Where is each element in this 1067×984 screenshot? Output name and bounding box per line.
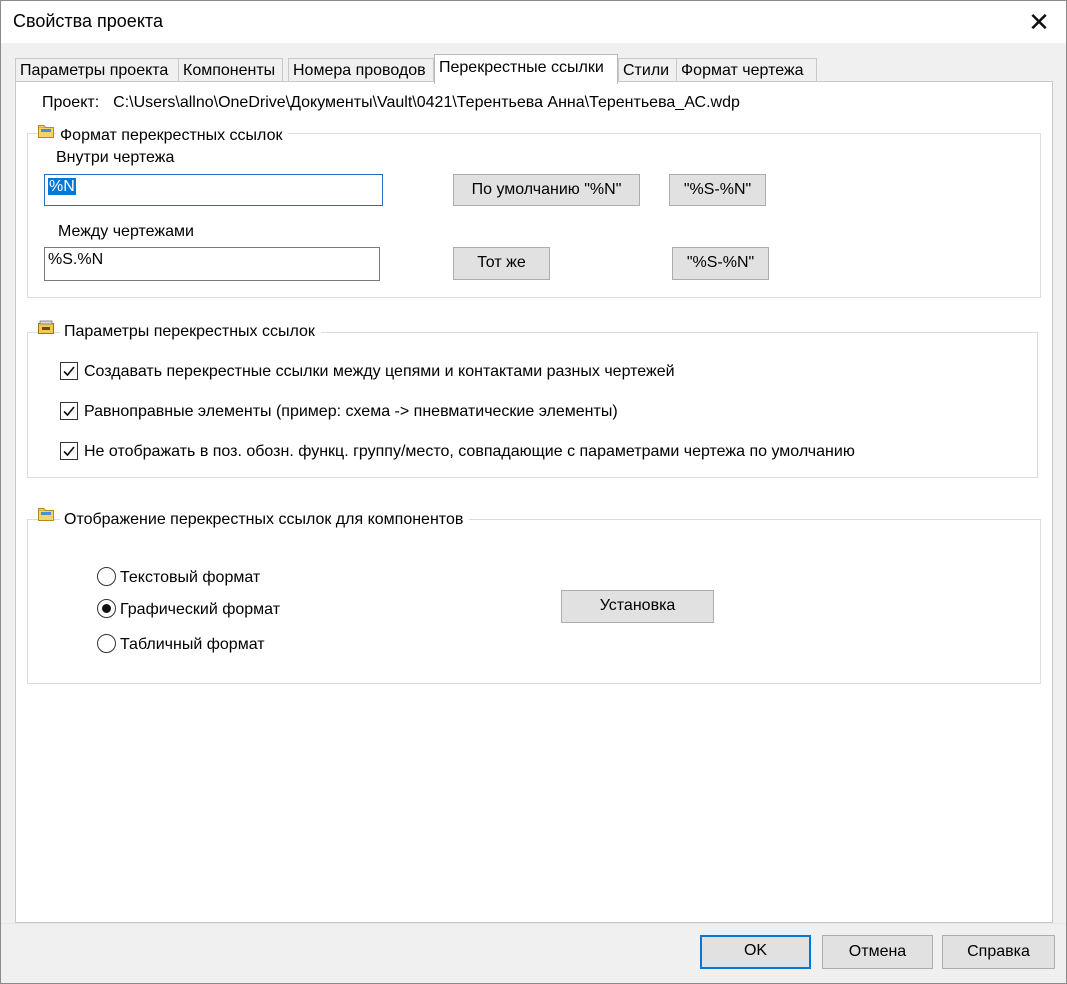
- option-create-cross-refs-label: Создавать перекрестные ссылки между цепя…: [84, 363, 675, 380]
- tab-drawing-format[interactable]: Формат чертежа: [676, 58, 817, 83]
- option-peer-elements[interactable]: Равноправные элементы (пример: схема -> …: [60, 402, 618, 421]
- within-drawing-label: Внутри чертежа: [56, 149, 175, 166]
- setup-button[interactable]: Установка: [561, 590, 714, 623]
- option-hide-default-location-label: Не отображать в поз. обозн. функц. групп…: [84, 443, 855, 460]
- window-title: Свойства проекта: [13, 11, 163, 31]
- ok-button[interactable]: OK: [700, 935, 811, 969]
- same-format-button[interactable]: Тот же: [453, 247, 550, 280]
- settings-folder-icon: [38, 320, 54, 334]
- radio-graphic-format[interactable]: Графический формат: [97, 599, 280, 619]
- radio-table-format[interactable]: Табличный формат: [97, 634, 265, 654]
- radio-table-format-label: Табличный формат: [120, 636, 265, 653]
- checkbox-hide-default-location[interactable]: [60, 442, 78, 460]
- params-group-title: Параметры перекрестных ссылок: [60, 323, 321, 341]
- between-drawings-label: Между чертежами: [58, 223, 194, 240]
- tab-styles[interactable]: Стили: [618, 58, 680, 83]
- folder-icon: [38, 125, 54, 138]
- title-bar: Свойства проекта ✕: [1, 1, 1066, 43]
- radio-dot-icon: [102, 604, 111, 613]
- radio-text-format-label: Текстовый формат: [120, 569, 261, 586]
- format-group-title: Формат перекрестных ссылок: [56, 127, 289, 145]
- tab-components[interactable]: Компоненты: [178, 58, 283, 83]
- checkbox-peer-elements[interactable]: [60, 402, 78, 420]
- tab-cross-references[interactable]: Перекрестные ссылки: [434, 54, 618, 84]
- help-button[interactable]: Справка: [942, 935, 1055, 969]
- within-alt-format-button[interactable]: "%S-%N": [669, 174, 766, 206]
- project-path-line: Проект: C:\Users\allno\OneDrive\Документы…: [42, 94, 740, 112]
- checkbox-create-cross-refs[interactable]: [60, 362, 78, 380]
- folder-icon: [38, 508, 54, 521]
- cross-references-panel: Проект: C:\Users\allno\OneDrive\Документы…: [15, 81, 1053, 923]
- within-default-button[interactable]: По умолчанию "%N": [453, 174, 640, 206]
- project-properties-dialog: Свойства проекта ✕ Параметры проекта Ком…: [0, 0, 1067, 984]
- tab-project-params[interactable]: Параметры проекта: [15, 58, 179, 83]
- between-drawings-input[interactable]: %S.%N: [44, 247, 380, 281]
- close-icon[interactable]: ✕: [1022, 7, 1056, 37]
- option-hide-default-location[interactable]: Не отображать в поз. обозн. функц. групп…: [60, 442, 855, 461]
- option-create-cross-refs[interactable]: Создавать перекрестные ссылки между цепя…: [60, 362, 675, 381]
- tab-wire-numbers[interactable]: Номера проводов: [288, 58, 434, 83]
- option-peer-elements-label: Равноправные элементы (пример: схема -> …: [84, 403, 618, 420]
- footer-divider: [1, 923, 1066, 924]
- radio-button[interactable]: [97, 634, 116, 653]
- project-path: C:\Users\allno\OneDrive\Документы\Vault\…: [113, 94, 740, 111]
- radio-button-selected[interactable]: [97, 599, 116, 618]
- radio-button[interactable]: [97, 567, 116, 586]
- display-group-title: Отображение перекрестных ссылок для комп…: [60, 511, 470, 529]
- within-drawing-value: %N: [48, 178, 76, 195]
- project-label: Проект:: [42, 94, 100, 111]
- radio-graphic-format-label: Графический формат: [120, 601, 281, 618]
- cancel-button[interactable]: Отмена: [822, 935, 933, 969]
- within-drawing-input[interactable]: %N: [44, 174, 383, 206]
- radio-text-format[interactable]: Текстовый формат: [97, 567, 260, 587]
- between-alt-format-button[interactable]: "%S-%N": [672, 247, 769, 280]
